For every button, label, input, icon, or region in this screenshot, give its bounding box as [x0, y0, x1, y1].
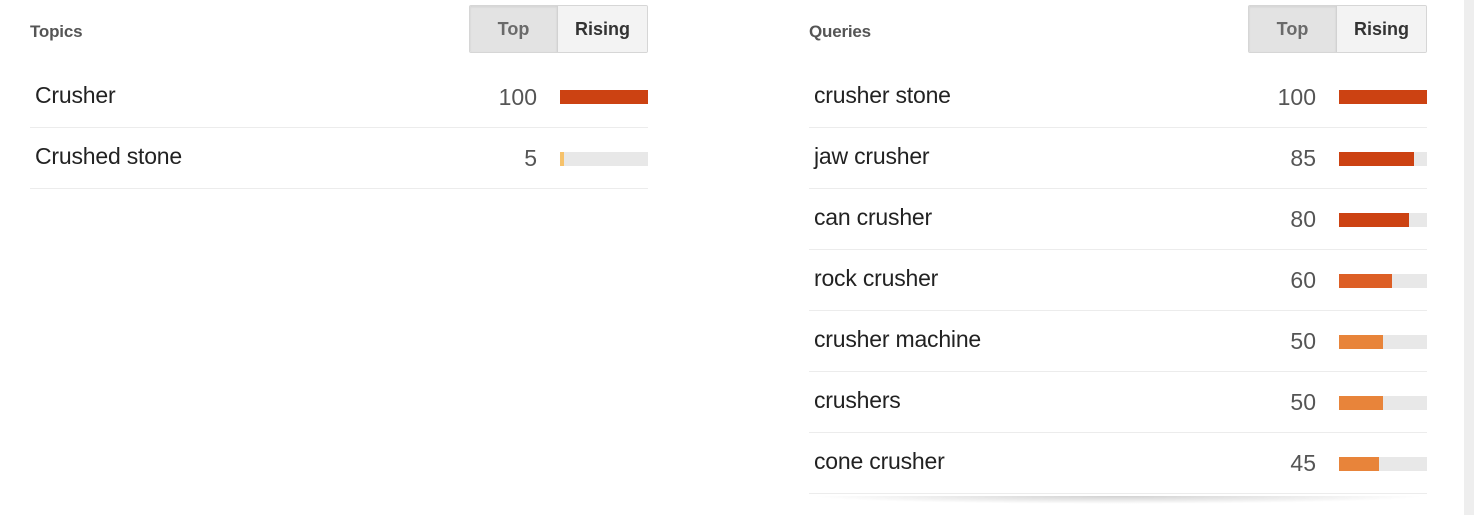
interest-bar-track	[1339, 335, 1427, 349]
interest-bar-track	[1339, 90, 1427, 104]
topics-rising-button[interactable]: Rising	[558, 6, 647, 52]
item-value: 85	[1290, 145, 1316, 171]
interest-bar-fill	[1339, 152, 1414, 166]
item-value: 100	[1277, 84, 1316, 110]
item-label[interactable]: can crusher	[814, 204, 932, 231]
item-value: 50	[1290, 328, 1316, 354]
item-value: 45	[1290, 450, 1316, 476]
item-value: 80	[1290, 206, 1316, 232]
page-scrollbar[interactable]	[1464, 0, 1474, 515]
topics-top-button[interactable]: Top	[470, 6, 558, 52]
interest-bar-track	[560, 90, 648, 104]
item-value: 60	[1290, 267, 1316, 293]
item-label[interactable]: crushers	[814, 387, 901, 414]
list-item[interactable]: cone crusher 45	[809, 433, 1427, 494]
item-value: 100	[498, 84, 537, 110]
list-item[interactable]: crushers 50	[809, 372, 1427, 433]
item-label[interactable]: Crusher	[35, 82, 116, 109]
list-item[interactable]: Crusher 100	[30, 60, 648, 128]
interest-bar-track	[1339, 213, 1427, 227]
queries-header: Queries Top Rising	[809, 0, 1427, 60]
queries-panel: Queries Top Rising crusher stone 100 jaw c…	[809, 0, 1427, 494]
topics-top-rising-toggle: Top Rising	[469, 5, 648, 53]
topics-panel: Topics Top Rising Crusher 100 Crushed ston…	[30, 0, 648, 189]
queries-rising-button[interactable]: Rising	[1337, 6, 1426, 52]
item-value: 50	[1290, 389, 1316, 415]
item-label[interactable]: Crushed stone	[35, 143, 182, 170]
interest-bar-fill	[1339, 90, 1427, 104]
item-label[interactable]: cone crusher	[814, 448, 945, 475]
item-label[interactable]: jaw crusher	[814, 143, 930, 170]
list-item[interactable]: jaw crusher 85	[809, 128, 1427, 189]
queries-list: crusher stone 100 jaw crusher 85 can crusher…	[809, 60, 1427, 494]
queries-title: Queries	[809, 22, 871, 41]
list-item[interactable]: can crusher 80	[809, 189, 1427, 250]
interest-bar-track	[560, 152, 648, 166]
list-item[interactable]: rock crusher 60	[809, 250, 1427, 311]
list-item[interactable]: Crushed stone 5	[30, 128, 648, 189]
interest-bar-track	[1339, 457, 1427, 471]
queries-top-rising-toggle: Top Rising	[1248, 5, 1427, 53]
item-label[interactable]: rock crusher	[814, 265, 938, 292]
interest-bar-fill	[1339, 213, 1410, 227]
interest-bar-fill	[1339, 335, 1383, 349]
interest-bar-track	[1339, 396, 1427, 410]
item-value: 5	[524, 145, 537, 171]
queries-top-button[interactable]: Top	[1249, 6, 1337, 52]
topics-list: Crusher 100 Crushed stone 5	[30, 60, 648, 189]
topics-header: Topics Top Rising	[30, 0, 648, 60]
interest-bar-fill	[560, 90, 648, 104]
topics-title: Topics	[30, 22, 83, 41]
item-label[interactable]: crusher machine	[814, 326, 981, 353]
interest-bar-fill	[1339, 274, 1392, 288]
list-item[interactable]: crusher stone 100	[809, 60, 1427, 128]
interest-bar-fill	[1339, 457, 1379, 471]
interest-bar-fill	[1339, 396, 1383, 410]
list-item[interactable]: crusher machine 50	[809, 311, 1427, 372]
interest-bar-fill	[560, 152, 565, 166]
item-label[interactable]: crusher stone	[814, 82, 951, 109]
interest-bar-track	[1339, 152, 1427, 166]
list-bottom-shadow	[809, 496, 1427, 504]
interest-bar-track	[1339, 274, 1427, 288]
